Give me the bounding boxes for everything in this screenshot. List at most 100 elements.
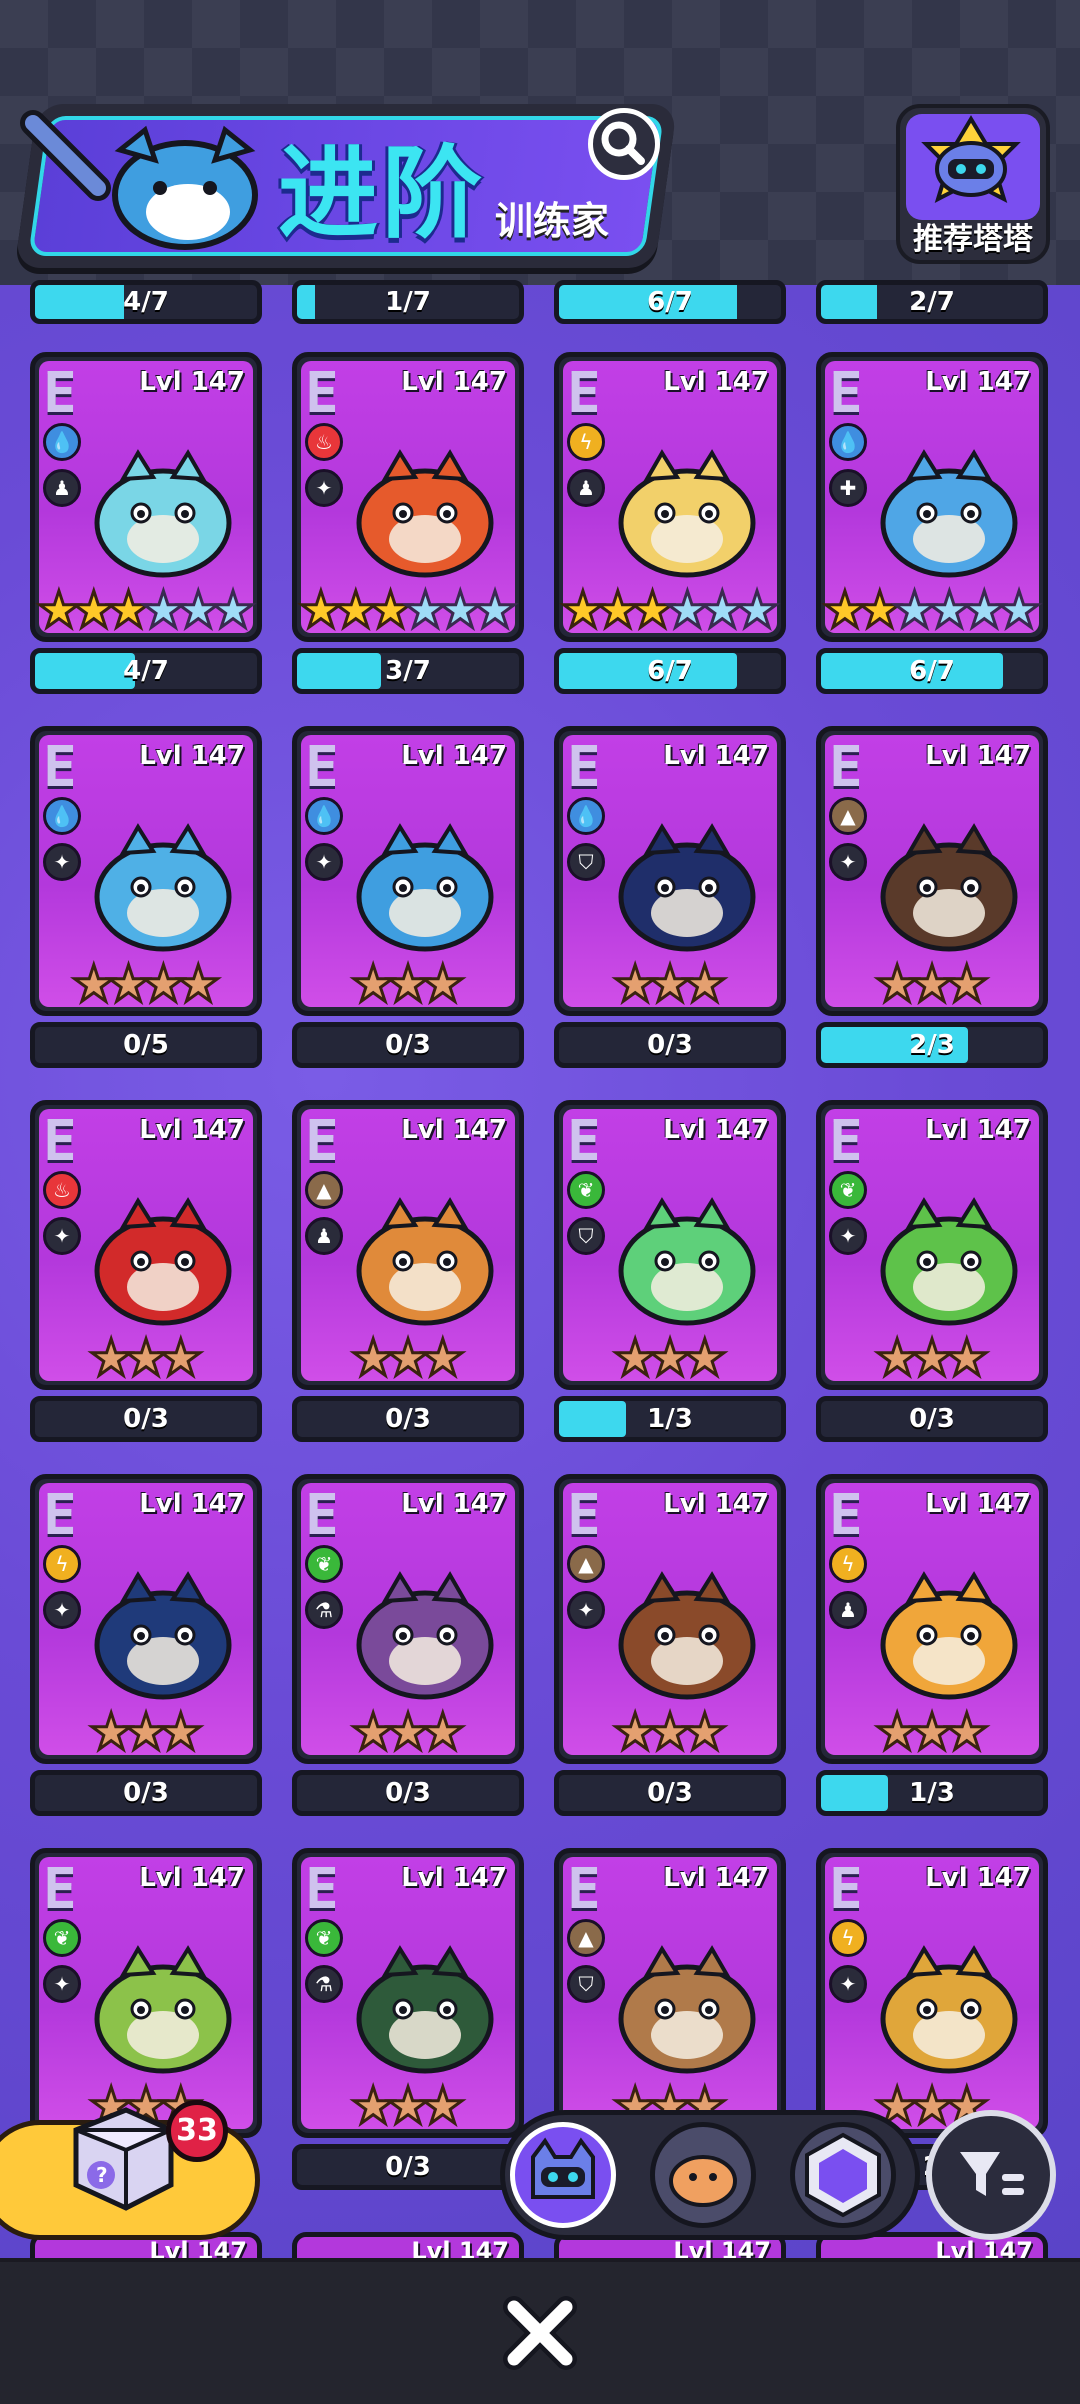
trainer-card[interactable]: E Lvl 147 ϟ ✦ ★★★ [30, 1474, 262, 1764]
trainer-card[interactable]: E Lvl 147 💧 ⛉ ★★★ [554, 726, 786, 1016]
role-ghost-icon: ♟ [43, 469, 81, 507]
role-shield-icon: ⛉ [567, 843, 605, 881]
role-ghost-icon: ♟ [829, 1591, 867, 1629]
trainer-card[interactable]: E Lvl 147 ϟ ✦ ★★★ [816, 1848, 1048, 2138]
role-pin-icon: ✦ [829, 843, 867, 881]
card-rank: E [305, 1109, 339, 1174]
trainer-card[interactable]: E Lvl 147 💧 ✦ ★★★★ [30, 726, 262, 1016]
card-level: Lvl 147 [139, 367, 245, 397]
star-icon: ★ [681, 955, 729, 1013]
progress-text: 0/3 [123, 1404, 169, 1434]
card-rank: E [829, 1857, 863, 1922]
element-electric-icon: ϟ [829, 1545, 867, 1583]
card-progress-bar: 0/3 [816, 1396, 1048, 1442]
robot-icon [921, 115, 1021, 203]
trainer-card[interactable]: E Lvl 147 ♨ ✦ ★★★★★★ [292, 352, 524, 642]
recommend-label: 推荐塔塔 [913, 222, 1033, 257]
progress-text: 6/7 [647, 656, 693, 686]
filter-button[interactable] [926, 2110, 1056, 2240]
progress-text: 2/7 [909, 287, 955, 317]
card-level: Lvl 147 [139, 1863, 245, 1893]
hamster-icon [669, 2155, 737, 2207]
tab-creature[interactable] [510, 2122, 616, 2228]
trainer-card[interactable]: E Lvl 147 ❦ ⛉ ★★★ [554, 1100, 786, 1390]
card-level: Lvl 147 [401, 1489, 507, 1519]
trainer-card[interactable]: E Lvl 147 💧 ♟ ★★★★★★ [30, 352, 262, 642]
card-rank: E [567, 1483, 601, 1548]
role-pin-icon: ✦ [305, 469, 343, 507]
star-icon: ★ [419, 1703, 467, 1761]
card-level: Lvl 147 [139, 741, 245, 771]
trainer-card[interactable]: E Lvl 147 ♨ ✦ ★★★ [30, 1100, 262, 1390]
filter-icon [960, 2152, 1024, 2196]
star-rating: ★★★ [297, 1703, 519, 1761]
close-icon[interactable] [500, 2293, 580, 2373]
star-icon: ★ [995, 581, 1043, 639]
page-title: 进阶 [278, 135, 486, 252]
role-pin-icon: ✦ [43, 1217, 81, 1255]
card-progress-bar: 0/3 [292, 2144, 524, 2190]
card-level: Lvl 147 [925, 1115, 1031, 1145]
card-rank: E [567, 1109, 601, 1174]
role-plus-icon: ✚ [829, 469, 867, 507]
role-pin-icon: ✦ [43, 843, 81, 881]
recommend-button[interactable]: 推荐塔塔 [896, 104, 1050, 264]
mystery-box-icon[interactable]: ? [56, 2090, 186, 2220]
progress-text: 0/3 [647, 1030, 693, 1060]
trainer-card[interactable]: E Lvl 147 ϟ ♟ ★★★ [816, 1474, 1048, 1764]
card-level: Lvl 147 [925, 367, 1031, 397]
star-icon: ★ [681, 1329, 729, 1387]
trainer-card[interactable]: E Lvl 147 ϟ ♟ ★★★★★★ [554, 352, 786, 642]
progress-text: 4/7 [123, 656, 169, 686]
trainer-card[interactable]: E Lvl 147 ▲ ✦ ★★★ [554, 1474, 786, 1764]
card-rank: E [43, 1109, 77, 1174]
role-ghost-icon: ♟ [305, 1217, 343, 1255]
trainer-card[interactable]: E Lvl 147 ▲ ✦ ★★★ [816, 726, 1048, 1016]
trainer-card[interactable]: E Lvl 147 💧 ✦ ★★★ [292, 726, 524, 1016]
card-rank: E [43, 735, 77, 800]
card-progress-bar: 4/7 [30, 648, 262, 694]
progress-text: 1/3 [909, 1778, 955, 1808]
star-rating: ★★★ [297, 2077, 519, 2135]
progress-bar-top-4: 2/7 [816, 280, 1048, 324]
star-rating: ★★★ [559, 1706, 781, 1759]
star-rating: ★★★ [35, 1332, 257, 1385]
progress-text: 0/3 [647, 1778, 693, 1808]
element-electric-icon: ϟ [43, 1545, 81, 1583]
trainer-card[interactable]: E Lvl 147 ❦ ⚗ ★★★ [292, 1848, 524, 2138]
tab-badge[interactable] [790, 2122, 896, 2228]
element-grass-icon: ❦ [43, 1919, 81, 1957]
trainer-card[interactable]: E Lvl 147 ❦ ⚗ ★★★ [292, 1474, 524, 1764]
element-grass-icon: ❦ [305, 1919, 343, 1957]
star-icon: ★ [419, 1329, 467, 1387]
star-icon: ★ [471, 581, 519, 639]
element-fire-icon: ♨ [43, 1171, 81, 1209]
card-level: Lvl 147 [663, 741, 769, 771]
card-progress-bar: 0/3 [292, 1770, 524, 1816]
star-icon: ★ [419, 2077, 467, 2135]
role-flask-icon: ⚗ [305, 1591, 343, 1629]
trainer-card[interactable]: E Lvl 147 ❦ ✦ ★★★ [816, 1100, 1048, 1390]
creature-portrait [94, 1571, 232, 1700]
trainer-card[interactable]: E Lvl 147 ▲ ♟ ★★★ [292, 1100, 524, 1390]
card-progress-bar: 0/3 [30, 1396, 262, 1442]
element-earth-icon: ▲ [567, 1919, 605, 1957]
card-progress-bar: 1/3 [554, 1396, 786, 1442]
card-rank: E [43, 1483, 77, 1548]
star-icon: ★ [419, 955, 467, 1013]
creature-portrait [356, 449, 494, 578]
creature-portrait [94, 1945, 232, 2074]
creature-portrait [880, 823, 1018, 952]
search-button[interactable] [588, 108, 660, 180]
progress-text: 4/7 [123, 287, 169, 317]
card-level: Lvl 147 [401, 367, 507, 397]
card-progress-bar: 6/7 [554, 648, 786, 694]
trainer-card[interactable]: E Lvl 147 ▲ ⛉ ★★★ [554, 1848, 786, 2138]
card-level: Lvl 147 [663, 1489, 769, 1519]
trainer-card[interactable]: E Lvl 147 💧 ✚ ★★★★★★ [816, 352, 1048, 642]
card-level: Lvl 147 [139, 1115, 245, 1145]
role-pin-icon: ✦ [43, 1591, 81, 1629]
card-progress-bar: 0/3 [554, 1770, 786, 1816]
card-rank: E [43, 1857, 77, 1922]
tab-pet[interactable] [650, 2122, 756, 2228]
